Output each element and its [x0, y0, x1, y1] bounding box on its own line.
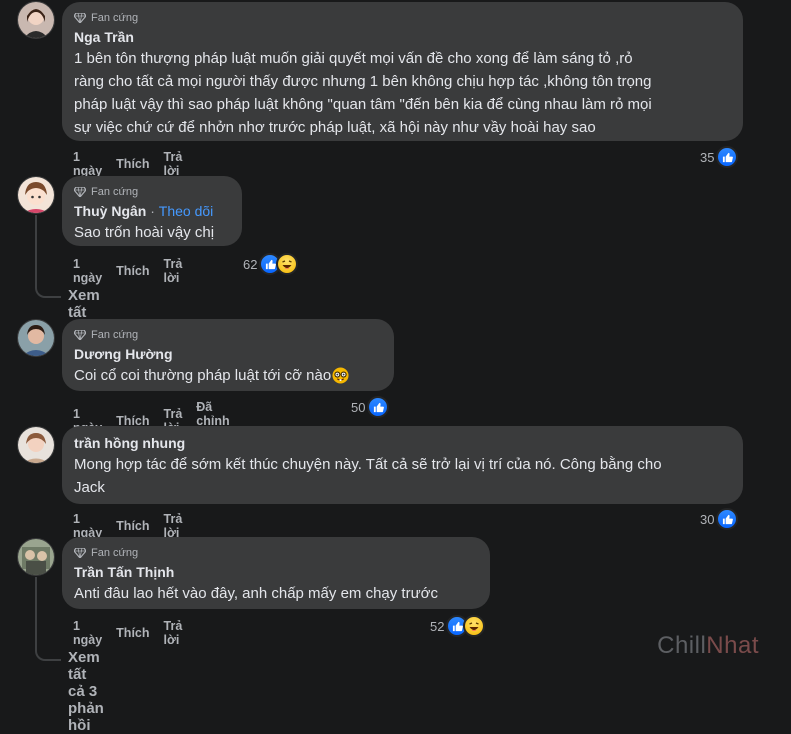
comment-text: Mong hợp tác để sớm kết thúc chuyện này.…: [74, 456, 662, 496]
diamond-icon: [74, 187, 86, 197]
badge-label: Fan cứng: [91, 12, 139, 24]
comment-actions: 1 ngày Thích Trả lời: [73, 257, 182, 285]
like-button[interactable]: Thích: [116, 157, 149, 171]
view-replies-link[interactable]: Xem tất cả 3 phản hồi: [68, 649, 104, 734]
fan-badge: Fan cứng: [74, 545, 478, 561]
comment-bubble: Fan cứng Nga Trần 1 bên tôn thượng pháp …: [62, 2, 743, 141]
reaction-count: 62: [243, 256, 258, 272]
reaction-summary[interactable]: 52: [430, 615, 486, 637]
like-button[interactable]: Thích: [116, 519, 149, 533]
reaction-count: 30: [700, 511, 715, 527]
reaction-count: 50: [351, 399, 366, 415]
comment-author[interactable]: Thuỳ Ngân: [74, 203, 146, 219]
comment-text: Sao trốn hoài vậy chị: [74, 224, 215, 241]
fan-badge: Fan cứng: [74, 184, 230, 200]
diamond-icon: [74, 548, 86, 558]
comment-text: Coi cổ coi thường pháp luật tới cỡ nào: [74, 364, 382, 387]
reaction-summary[interactable]: 62: [243, 253, 299, 275]
comment-bubble: Fan cứng Trần Tấn Thịnh Anti đâu lao hết…: [62, 537, 490, 609]
comment-bubble: trần hồng nhung Mong hợp tác để sớm kết …: [62, 426, 743, 504]
comment-actions: 1 ngày Thích Trả lời: [73, 512, 182, 540]
thread-connector: [35, 280, 61, 298]
haha-icon: [463, 615, 486, 637]
badge-label: Fan cứng: [91, 329, 139, 341]
reaction-summary[interactable]: 50: [351, 396, 390, 418]
like-icon: [716, 146, 739, 168]
comment-author[interactable]: Nga Trần: [74, 28, 731, 46]
diamond-icon: [74, 13, 86, 23]
comment-author-row: Thuỳ Ngân · Theo dõi: [74, 202, 230, 220]
haha-icon: [276, 253, 299, 275]
comment-bubble: Fan cứng Thuỳ Ngân · Theo dõi Sao trốn h…: [62, 176, 242, 246]
thread-connector: [35, 643, 61, 661]
fan-badge: Fan cứng: [74, 10, 731, 26]
avatar[interactable]: [17, 538, 55, 576]
thread-line: [35, 215, 37, 285]
reply-button[interactable]: Trả lời: [164, 257, 183, 285]
follow-button[interactable]: Theo dõi: [159, 203, 213, 219]
separator: ·: [150, 203, 155, 219]
comment-author[interactable]: trần hồng nhung: [74, 434, 731, 452]
badge-label: Fan cứng: [91, 186, 139, 198]
comment-author[interactable]: Trần Tấn Thịnh: [74, 563, 478, 581]
diamond-icon: [74, 330, 86, 340]
like-icon: [716, 508, 739, 530]
comment-text: Anti đâu lao hết vào đây, anh chấp mấy e…: [74, 585, 438, 602]
reaction-count: 35: [700, 149, 715, 165]
nerd-face-icon: [332, 367, 349, 384]
reply-button[interactable]: Trả lời: [164, 619, 183, 647]
comment-time[interactable]: 1 ngày: [73, 619, 102, 647]
reply-button[interactable]: Trả lời: [164, 512, 183, 540]
comment-bubble: Fan cứng Dương Hường Coi cổ coi thường p…: [62, 319, 394, 391]
avatar[interactable]: [17, 426, 55, 464]
thread-line: [35, 577, 37, 647]
avatar[interactable]: [17, 319, 55, 357]
avatar[interactable]: [17, 1, 55, 39]
reaction-count: 52: [430, 618, 445, 634]
comment-time[interactable]: 1 ngày: [73, 512, 102, 540]
comment-actions: 1 ngày Thích Trả lời: [73, 150, 182, 178]
like-icon: [367, 396, 390, 418]
badge-label: Fan cứng: [91, 547, 139, 559]
like-button[interactable]: Thích: [116, 264, 149, 278]
comment-text: 1 bên tôn thượng pháp luật muốn giải quy…: [74, 50, 652, 136]
comment-actions: 1 ngày Thích Trả lời: [73, 619, 182, 647]
reply-button[interactable]: Trả lời: [164, 150, 183, 178]
comment-time[interactable]: 1 ngày: [73, 150, 102, 178]
comment-time[interactable]: 1 ngày: [73, 257, 102, 285]
reaction-summary[interactable]: 35: [700, 146, 739, 168]
fan-badge: Fan cứng: [74, 327, 382, 343]
avatar[interactable]: [17, 176, 55, 214]
comment-author[interactable]: Dương Hường: [74, 345, 382, 363]
reaction-summary[interactable]: 30: [700, 508, 739, 530]
watermark-logo: ChillNhat: [657, 632, 759, 659]
like-button[interactable]: Thích: [116, 626, 149, 640]
